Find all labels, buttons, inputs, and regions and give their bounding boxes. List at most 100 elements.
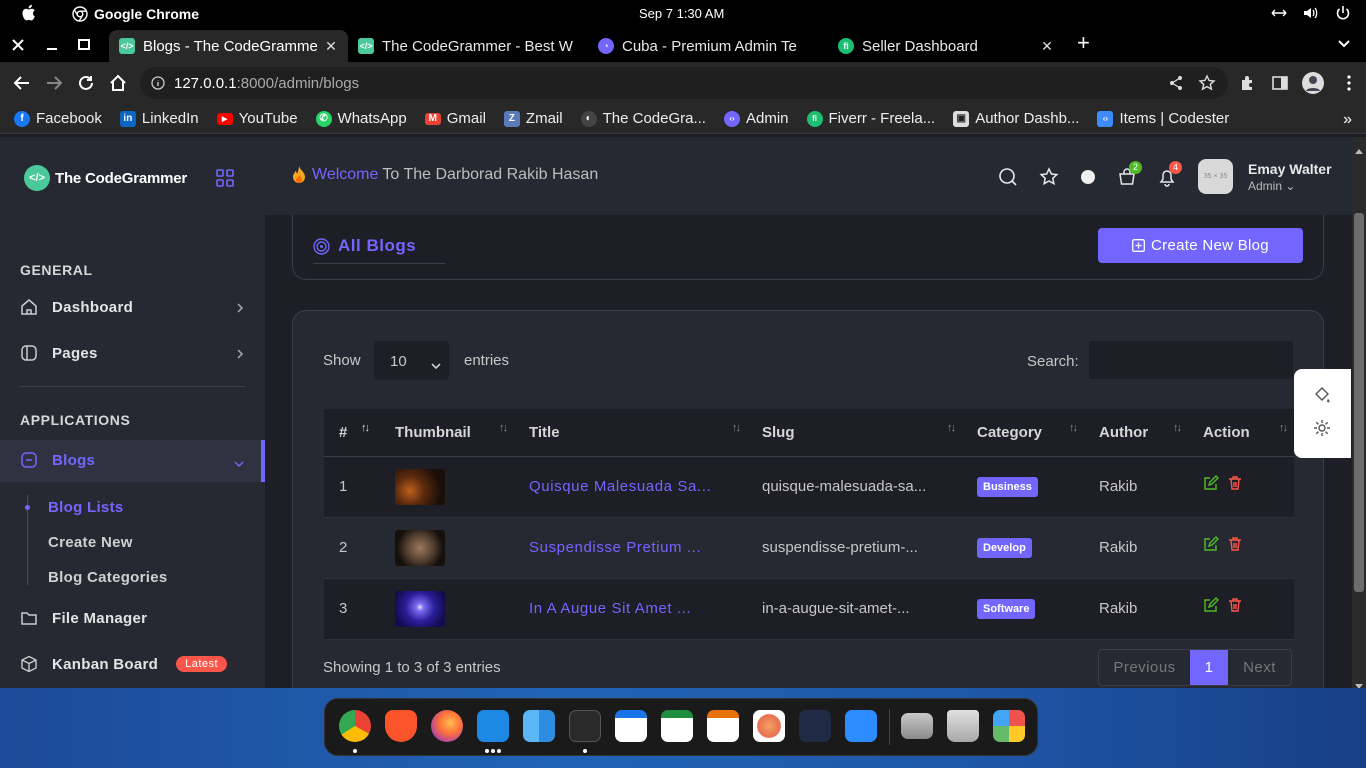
scrollbar-thumb[interactable]: [1354, 213, 1364, 592]
calculator-app-icon[interactable]: [799, 710, 831, 742]
delete-trash-icon[interactable]: [1227, 475, 1243, 491]
column-header-category[interactable]: Category ↑↓: [962, 409, 1084, 457]
next-page-button[interactable]: Next: [1228, 650, 1291, 685]
url-text[interactable]: 127.0.0.1:8000/admin/blogs: [174, 75, 359, 92]
column-header-action[interactable]: Action ↑↓: [1188, 409, 1294, 457]
avatar[interactable]: 35 × 35: [1198, 159, 1233, 194]
share-icon[interactable]: [1168, 75, 1184, 91]
window-maximize-icon[interactable]: [75, 36, 93, 54]
apple-icon[interactable]: [20, 4, 36, 22]
user-role-dropdown[interactable]: Admin ⌄: [1248, 179, 1295, 193]
star-icon[interactable]: [1039, 167, 1059, 187]
finder-app-icon[interactable]: [523, 710, 555, 742]
zoom-app-icon[interactable]: [845, 710, 877, 742]
extensions-puzzle-icon[interactable]: [1239, 74, 1257, 92]
bookmark-fiverr[interactable]: fi Fiverr - Freela...: [806, 110, 935, 127]
bookmark-gmail[interactable]: M Gmail: [424, 110, 486, 127]
bookmark-admin[interactable]: ‹› Admin: [723, 110, 789, 127]
bookmark-facebook[interactable]: f Facebook: [14, 110, 102, 127]
sidebar-subitem-create-new[interactable]: Create New: [48, 534, 133, 551]
page-scrollbar[interactable]: [1352, 137, 1366, 689]
blog-thumbnail-image[interactable]: [395, 590, 445, 627]
sidebar-item-file-manager[interactable]: File Manager: [20, 606, 245, 630]
volume-icon[interactable]: [1302, 4, 1320, 22]
brand-logo[interactable]: </> The CodeGrammer: [24, 165, 187, 191]
site-info-icon[interactable]: [151, 76, 165, 90]
writer-app-icon[interactable]: [615, 710, 647, 742]
bookmark-author[interactable]: ▣ Author Dashb...: [953, 110, 1079, 127]
brave-app-icon[interactable]: [385, 710, 417, 742]
paint-bucket-icon[interactable]: [1313, 386, 1331, 404]
firefox-app-icon[interactable]: [431, 710, 463, 742]
system-tray[interactable]: [1270, 4, 1352, 22]
profile-avatar-icon[interactable]: [1302, 72, 1324, 94]
side-panel-icon[interactable]: [1271, 74, 1289, 92]
window-minimize-icon[interactable]: [43, 36, 61, 54]
reload-icon[interactable]: [77, 74, 95, 92]
sidebar-item-dashboard[interactable]: Dashboard: [20, 295, 245, 319]
terminal-app-icon[interactable]: [569, 710, 601, 742]
blog-thumbnail-image[interactable]: [395, 529, 445, 566]
chrome-menu-icon[interactable]: [1340, 74, 1358, 92]
drive-app-icon[interactable]: [901, 713, 933, 739]
blog-thumbnail-image[interactable]: [395, 468, 445, 505]
forward-arrow-icon[interactable]: [45, 74, 63, 92]
edit-icon[interactable]: [1203, 475, 1219, 491]
address-bar[interactable]: 127.0.0.1:8000/admin/blogs: [140, 67, 1228, 99]
search-input[interactable]: [1089, 341, 1293, 379]
settings-gear-icon[interactable]: [1313, 419, 1331, 437]
blog-title-link[interactable]: Suspendisse Pretium ...: [529, 539, 701, 556]
bookmark-whatsapp[interactable]: ✆ WhatsApp: [315, 110, 407, 127]
photos-app-icon[interactable]: [753, 710, 785, 742]
window-close-icon[interactable]: [9, 36, 27, 54]
bookmark-linkedin[interactable]: in LinkedIn: [119, 110, 199, 127]
search-icon[interactable]: [998, 167, 1018, 187]
column-header-number[interactable]: # ↑↓: [324, 409, 380, 457]
browser-tab-cuba[interactable]: ◔ Cuba - Premium Admin Te: [588, 30, 828, 62]
user-name[interactable]: Emay Walter: [1248, 161, 1332, 177]
system-clock[interactable]: Sep 7 1:30 AM: [639, 6, 724, 21]
create-new-blog-button[interactable]: Create New Blog: [1098, 228, 1303, 263]
previous-page-button[interactable]: Previous: [1099, 650, 1190, 685]
more-bookmarks-chevron-icon[interactable]: »: [1343, 111, 1352, 129]
bookmark-zmail[interactable]: Z Zmail: [503, 110, 563, 127]
scroll-up-arrow-icon[interactable]: [1355, 141, 1363, 154]
edit-icon[interactable]: [1203, 597, 1219, 613]
sidebar-item-blogs[interactable]: Blogs: [0, 440, 265, 482]
home-icon[interactable]: [109, 74, 127, 92]
chrome-app-icon[interactable]: [339, 710, 371, 742]
edit-icon[interactable]: [1203, 536, 1219, 552]
dark-mode-moon-icon[interactable]: [1078, 167, 1098, 187]
column-header-slug[interactable]: Slug ↑↓: [747, 409, 962, 457]
browser-tab-seller[interactable]: fi Seller Dashboard ✕: [828, 30, 1064, 62]
calc-app-icon[interactable]: [661, 710, 693, 742]
page-length-select[interactable]: 10: [374, 341, 449, 380]
impress-app-icon[interactable]: [707, 710, 739, 742]
scroll-down-arrow-icon[interactable]: [1355, 677, 1363, 689]
power-icon[interactable]: [1334, 4, 1352, 22]
column-header-author[interactable]: Author ↑↓: [1084, 409, 1188, 457]
column-header-title[interactable]: Title ↑↓: [514, 409, 747, 457]
blog-title-link[interactable]: Quisque Malesuada Sa...: [529, 478, 711, 495]
vscode-app-icon[interactable]: [477, 710, 509, 742]
column-header-thumbnail[interactable]: Thumbnail ↑↓: [380, 409, 514, 457]
tab-close-icon[interactable]: ✕: [1040, 39, 1054, 53]
bookmark-codester[interactable]: ‹› Items | Codester: [1097, 110, 1229, 127]
bookmark-codegrammer[interactable]: ◐ The CodeGra...: [580, 110, 706, 127]
trash-app-icon[interactable]: [947, 710, 979, 742]
sidebar-subitem-blog-categories[interactable]: Blog Categories: [48, 569, 168, 586]
app-grid-icon[interactable]: [993, 710, 1025, 742]
sidebar-item-pages[interactable]: Pages: [20, 341, 245, 365]
tab-close-icon[interactable]: ✕: [324, 39, 338, 53]
bookmark-star-icon[interactable]: [1198, 74, 1216, 92]
browser-tab-blogs[interactable]: </> Blogs - The CodeGrammer ✕: [109, 30, 348, 62]
tab-search-chevron-icon[interactable]: [1337, 37, 1351, 49]
grid-menu-icon[interactable]: [216, 169, 234, 187]
blog-title-link[interactable]: In A Augue Sit Amet ...: [529, 600, 691, 617]
delete-trash-icon[interactable]: [1227, 597, 1243, 613]
active-app-name[interactable]: Google Chrome: [94, 6, 199, 22]
new-tab-plus-icon[interactable]: +: [1077, 32, 1095, 54]
back-arrow-icon[interactable]: [13, 74, 31, 92]
sidebar-item-kanban[interactable]: Kanban Board Latest: [20, 652, 245, 676]
sidebar-subitem-blog-lists[interactable]: Blog Lists: [48, 499, 124, 516]
